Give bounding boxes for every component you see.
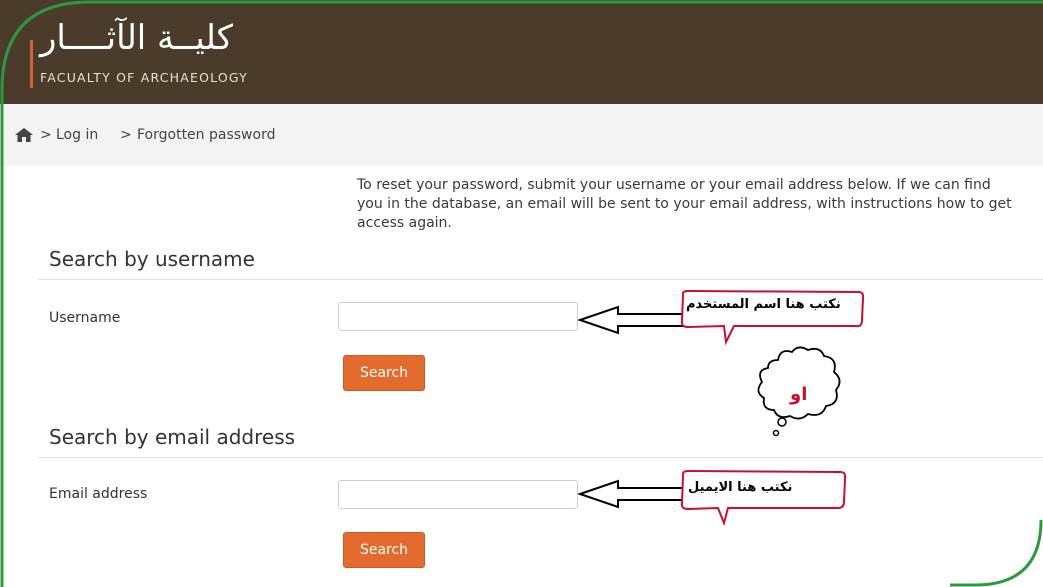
intro-text: To reset your password, submit your user…: [357, 177, 1012, 231]
breadcrumb-login[interactable]: Log in: [56, 127, 98, 143]
logo-english[interactable]: FACUALTY OF ARCHAEOLOGY: [40, 70, 248, 85]
breadcrumb-separator: >: [40, 127, 52, 143]
section-title-username: Search by username: [49, 247, 255, 271]
email-label: Email address: [49, 486, 148, 502]
site-header: كليــة الآثــــار FACUALTY OF ARCHAEOLOG…: [0, 0, 1043, 104]
email-arrow-icon: [578, 469, 847, 526]
section-title-email: Search by email address: [49, 425, 296, 449]
logo-accent-bar: [30, 40, 33, 88]
home-icon[interactable]: [15, 128, 33, 142]
search-email-button[interactable]: Search: [343, 532, 425, 568]
search-username-button[interactable]: Search: [343, 355, 425, 391]
email-input[interactable]: [338, 480, 578, 509]
divider: [38, 457, 1043, 458]
username-input[interactable]: [338, 302, 578, 331]
breadcrumb-separator: >: [120, 127, 132, 143]
username-label: Username: [49, 310, 121, 326]
or-bubble-text: او: [790, 384, 808, 405]
logo-arabic[interactable]: كليــة الآثــــار: [40, 18, 233, 58]
breadcrumb-forgotten-password: Forgotten password: [137, 127, 276, 143]
divider: [38, 279, 1043, 280]
username-callout-text: نكتب هنا اسم المستخدم: [686, 297, 841, 312]
email-callout-text: نكتب هنا الايميل: [688, 480, 793, 495]
